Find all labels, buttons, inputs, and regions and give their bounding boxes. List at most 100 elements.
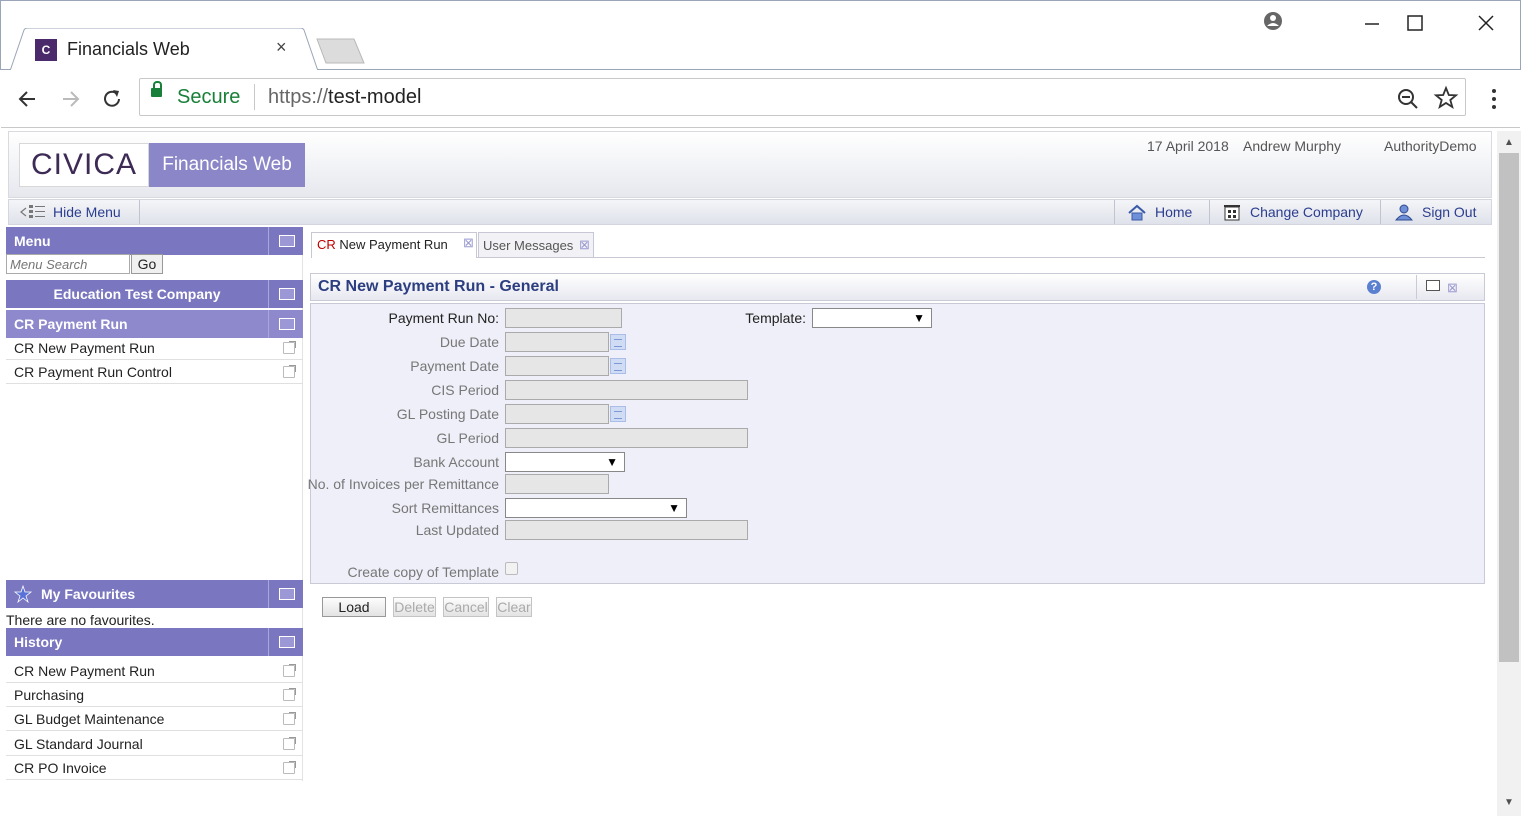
url-scheme: https:// [268,86,329,108]
load-button[interactable]: Load [322,597,386,617]
sort-remittances-label: Sort Remittances [391,500,499,516]
payment-date-field[interactable] [505,356,609,376]
forward-icon[interactable] [55,84,85,114]
app-name: Financials Web [149,143,305,187]
delete-button[interactable]: Delete [393,597,436,617]
payment-run-no-label: Payment Run No: [388,310,500,326]
calendar-icon[interactable] [610,334,626,350]
tab-close-icon[interactable]: ⊠ [463,236,474,249]
gl-period-field[interactable] [505,428,748,448]
minimize-icon[interactable] [1357,8,1387,38]
star-icon [14,585,32,603]
panel-window-icon[interactable] [268,628,303,656]
invoices-per-remittance-field[interactable] [505,474,609,494]
section-header[interactable]: CR Payment Run [6,310,303,338]
gl-period-label: GL Period [436,430,499,446]
menu-panel-header: Menu [6,227,303,255]
tab-user-messages[interactable]: User Messages ⊠ [478,232,594,258]
form-title: CR New Payment Run - General [318,278,559,295]
lock-icon [151,81,162,97]
open-link-icon[interactable] [283,761,296,774]
home-label: Home [1155,204,1193,220]
history-item[interactable]: Purchasing [6,683,303,707]
open-link-icon[interactable] [283,341,296,354]
panel-window-icon[interactable] [268,280,303,308]
scroll-down-icon[interactable]: ▼ [1504,797,1514,808]
divider [1416,275,1417,299]
create-copy-label: Create copy of Template [347,564,500,580]
last-updated-label: Last Updated [415,522,499,538]
cis-period-field[interactable] [505,380,748,400]
url-host: test-model [328,86,422,108]
cancel-button[interactable]: Cancel [443,597,489,617]
header-date: 17 April 2018 [1147,138,1229,154]
change-company-label: Change Company [1250,204,1363,220]
user-sign-out-icon [1394,204,1414,221]
menu-icon[interactable] [1482,86,1506,112]
calendar-icon[interactable] [610,406,626,422]
new-window-icon[interactable] [1426,280,1440,291]
dropdown-arrow-icon: ▼ [606,455,618,469]
home-icon [1128,204,1146,221]
history-item-label: CR New Payment Run [14,663,155,679]
panel-window-icon[interactable] [268,580,303,608]
open-link-icon[interactable] [283,365,296,378]
company-panel-header: Education Test Company [6,280,303,308]
menu-item-label: CR Payment Run Control [14,364,172,380]
header-company: AuthorityDemo [1384,138,1477,154]
tab-close-icon[interactable]: ⊠ [579,238,590,251]
last-updated-field[interactable] [505,520,748,540]
history-item[interactable]: GL Standard Journal [6,732,303,756]
open-link-icon[interactable] [283,737,296,750]
dropdown-arrow-icon: ▼ [913,311,925,325]
browser-tab-title: Financials Web [67,39,190,59]
clear-button[interactable]: Clear [496,597,532,617]
reload-icon[interactable] [97,84,127,114]
sign-out-label: Sign Out [1422,204,1477,220]
history-item[interactable]: CR New Payment Run [6,659,303,683]
form-close-icon[interactable]: ⊠ [1447,280,1458,296]
profile-icon[interactable] [1258,8,1288,38]
bookmark-star-icon[interactable] [1433,85,1459,111]
payment-run-no-field[interactable] [505,308,622,328]
open-link-icon[interactable] [283,664,296,677]
url-text[interactable]: https://test-model [268,86,421,109]
back-icon[interactable] [13,84,43,114]
template-select[interactable]: ▼ [812,308,932,328]
create-copy-checkbox[interactable] [505,562,518,575]
divider [254,84,255,110]
menu-search-go-button[interactable]: Go [131,254,163,274]
scrollbar-thumb[interactable] [1499,153,1519,662]
tab-prefix: CR [317,237,336,252]
menu-item-cr-payment-run-control[interactable]: CR Payment Run Control [6,360,303,384]
due-date-field[interactable] [505,332,609,352]
menu-panel-title: Menu [14,233,51,249]
open-link-icon[interactable] [283,688,296,701]
calendar-icon[interactable] [610,358,626,374]
maximize-icon[interactable] [1400,8,1430,38]
divider [1114,200,1115,224]
hide-menu-icon [20,205,45,218]
panel-window-icon[interactable] [268,227,303,255]
menu-search-input[interactable] [6,254,130,274]
header-user: Andrew Murphy [1243,138,1342,154]
new-tab-button[interactable] [316,38,366,64]
tab-close-icon[interactable]: × [276,37,287,58]
bank-account-label: Bank Account [413,454,499,470]
scroll-up-icon[interactable]: ▲ [1504,137,1514,148]
folder-up-icon[interactable] [268,310,303,338]
close-icon[interactable] [1471,8,1501,38]
sort-remittances-select[interactable]: ▼ [505,498,687,518]
zoom-icon[interactable] [1395,86,1421,112]
history-item-label: GL Standard Journal [14,736,143,752]
menu-item-cr-new-payment-run[interactable]: CR New Payment Run [6,336,303,360]
history-item[interactable]: GL Budget Maintenance [6,707,303,731]
help-icon[interactable]: ? [1367,280,1381,294]
history-item[interactable]: CR PO Invoice [6,756,303,780]
open-link-icon[interactable] [283,712,296,725]
gl-posting-date-field[interactable] [505,404,609,424]
tab-cr-new-payment-run[interactable]: CR New Payment Run ⊠ [311,232,477,258]
bank-account-select[interactable]: ▼ [505,452,625,472]
due-date-label: Due Date [439,334,499,350]
history-item-label: Purchasing [14,687,85,703]
